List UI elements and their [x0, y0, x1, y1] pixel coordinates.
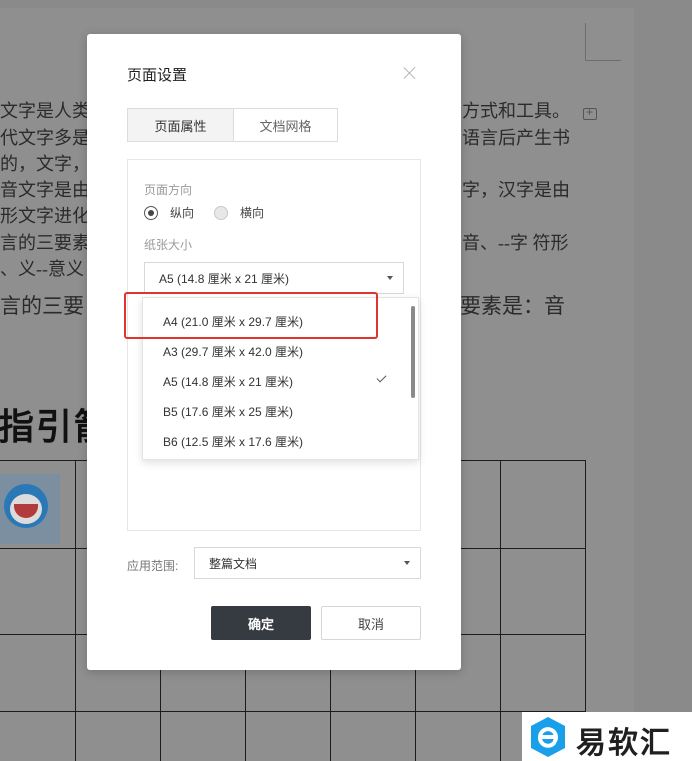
check-icon: [376, 372, 387, 383]
dialog-title: 页面设置: [127, 67, 188, 84]
doc-line-8-left: 言的三要: [0, 294, 84, 318]
tab-page-properties[interactable]: 页面属性: [127, 108, 233, 142]
apply-scope-value: 整篇文档: [209, 556, 258, 571]
paper-option-b6[interactable]: B6 (12.5 厘米 x 17.6 厘米): [143, 426, 408, 456]
apply-scope-label: 应用范围:: [127, 559, 179, 573]
doc-line-1-left: 文字是人类: [0, 101, 90, 121]
doraemon-image: [0, 474, 60, 544]
paper-option-a5[interactable]: A5 (14.8 厘米 x 21 厘米): [143, 366, 408, 396]
annotation-highlight-box: [124, 292, 378, 339]
doc-line-1-right: 方式和工具。: [462, 101, 570, 121]
radio-portrait-label[interactable]: 纵向: [170, 204, 194, 221]
ok-button[interactable]: 确定: [211, 606, 311, 640]
dialog-tabs: 页面属性 文档网格: [127, 108, 338, 142]
doc-line-5-left: 形文字进化: [0, 206, 90, 226]
paper-option-label: B6 (12.5 厘米 x 17.6 厘米): [163, 434, 304, 449]
radio-landscape-label[interactable]: 横向: [240, 204, 264, 221]
paper-size-label: 纸张大小: [144, 238, 193, 252]
paper-option-label: B5 (17.6 厘米 x 25 厘米): [163, 404, 294, 419]
comment-icon[interactable]: [583, 105, 597, 120]
chevron-down-icon: [387, 276, 393, 280]
doc-line-4-right: 字，汉字是由: [462, 180, 570, 200]
paper-size-select[interactable]: A5 (14.8 厘米 x 21 厘米): [144, 262, 404, 294]
radio-portrait[interactable]: [144, 206, 158, 220]
paper-size-selected-value: A5 (14.8 厘米 x 21 厘米): [159, 271, 290, 286]
close-icon[interactable]: [403, 66, 417, 80]
doc-line-8-right: 要素是：音: [460, 294, 565, 318]
doc-line-6-right: 音、--字 符形: [462, 233, 569, 253]
paper-option-a3[interactable]: A3 (29.7 厘米 x 42.0 厘米): [143, 336, 408, 366]
watermark-logo-icon: [531, 717, 565, 757]
doc-line-7-left: 、义--意义: [0, 259, 84, 279]
doc-line-6-left: 言的三要素: [0, 233, 90, 253]
watermark-text: 易软汇: [576, 726, 672, 761]
doc-line-2-left: 代文字多是: [0, 128, 90, 148]
paper-option-b5[interactable]: B5 (17.6 厘米 x 25 厘米): [143, 396, 408, 426]
tab-document-grid[interactable]: 文档网格: [233, 108, 338, 142]
watermark: 易软汇: [522, 712, 692, 761]
doc-line-4-left: 音文字是由: [0, 180, 90, 200]
paper-option-label: A5 (14.8 厘米 x 21 厘米): [163, 374, 294, 389]
doc-line-3-left: 的，文字，: [0, 154, 90, 174]
apply-scope-select[interactable]: 整篇文档: [194, 547, 421, 579]
page-corner-mark: [585, 23, 621, 61]
orientation-label: 页面方向: [144, 183, 193, 197]
cancel-button[interactable]: 取消: [321, 606, 421, 640]
doc-line-2-right: 语言后产生书: [462, 128, 570, 148]
paper-option-label: A3 (29.7 厘米 x 42.0 厘米): [163, 344, 304, 359]
chevron-down-icon: [404, 561, 410, 565]
radio-landscape[interactable]: [214, 206, 228, 220]
dropdown-scrollbar[interactable]: [411, 306, 415, 398]
